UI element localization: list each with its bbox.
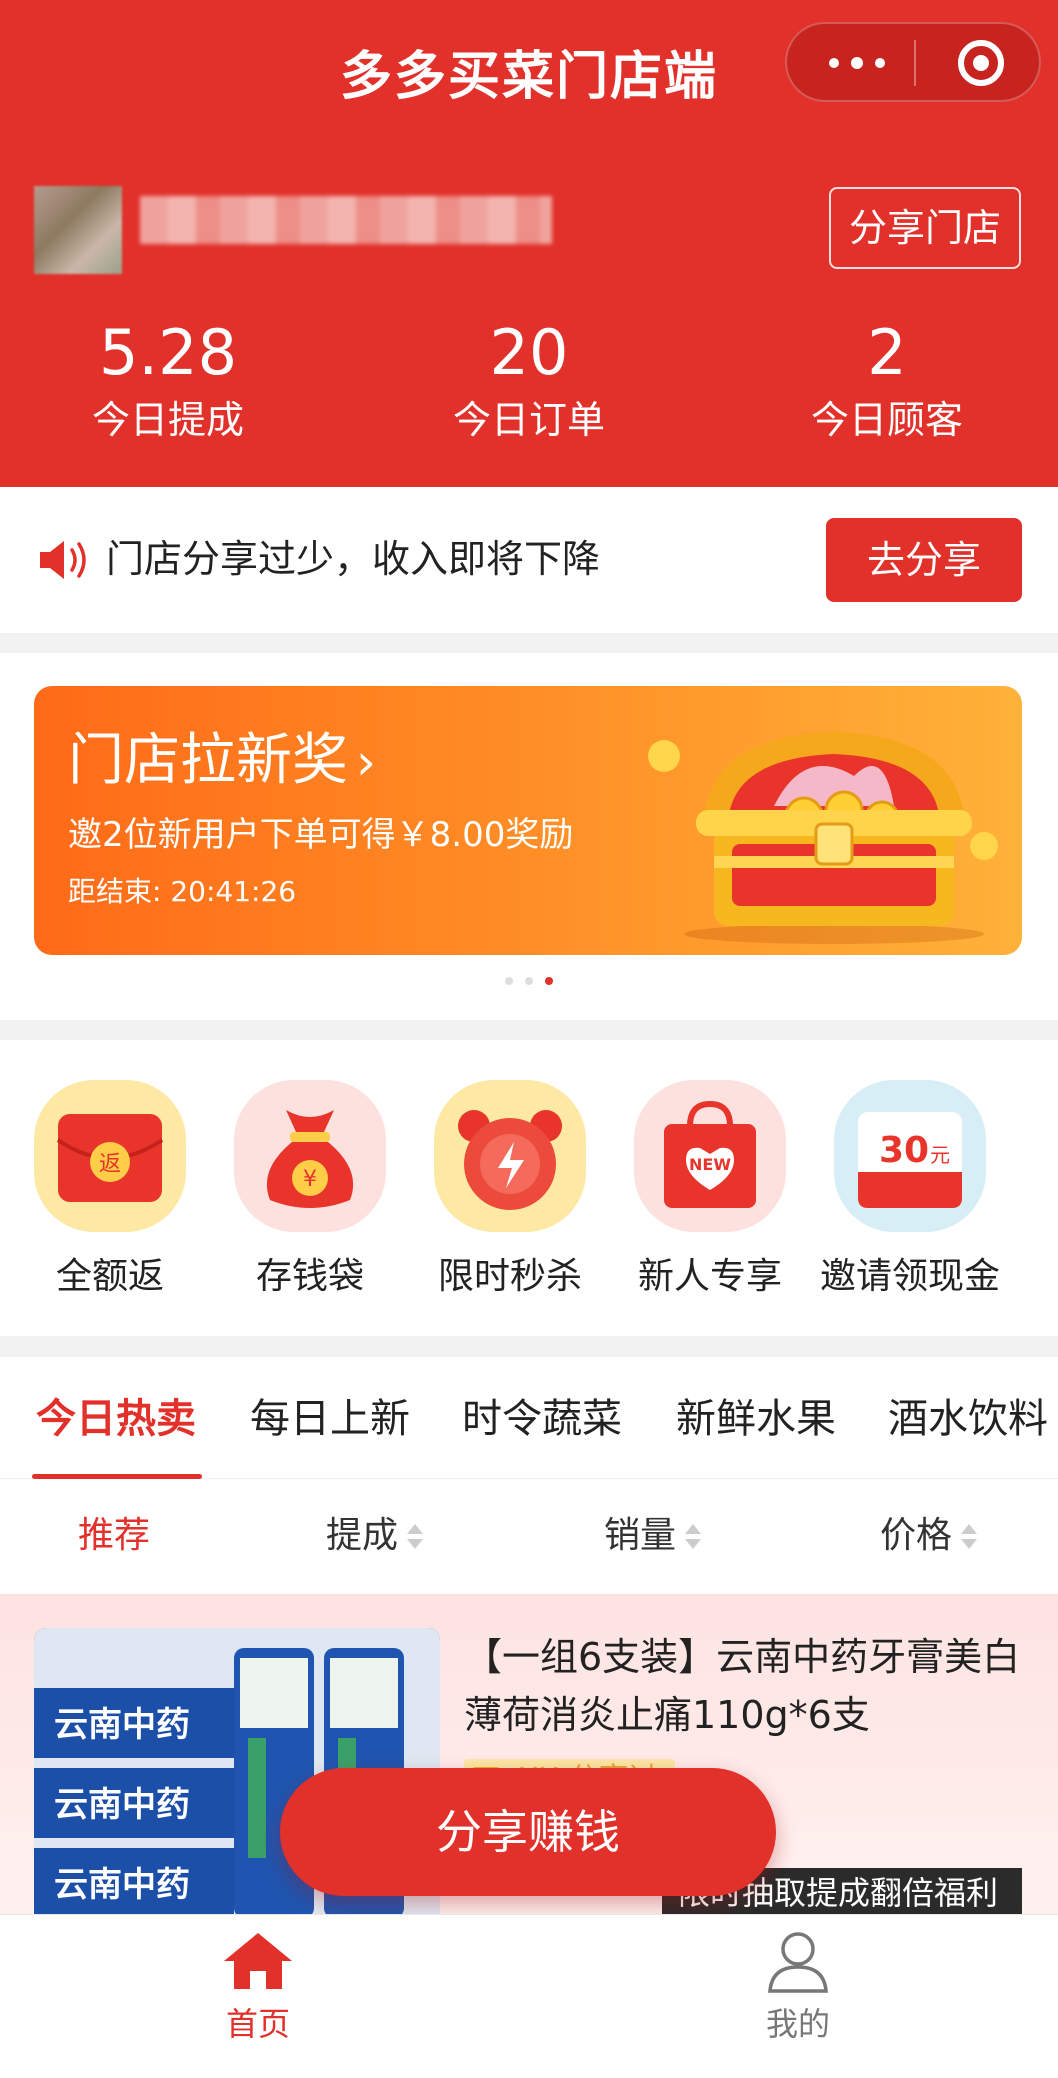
close-miniprogram-icon[interactable] — [958, 40, 1004, 86]
sort-commission[interactable]: 提成 — [326, 1509, 424, 1563]
chevron-right-icon: › — [356, 733, 376, 791]
stat-label: 今日订单 — [452, 398, 605, 442]
capsule-divider — [914, 40, 916, 86]
share-notice-bar: 门店分享过少，收入即将下降 去分享 — [0, 487, 1058, 633]
promo-carousel: 门店拉新奖 › 邀2位新用户下单可得￥8.00奖励 距结束: 20:41:26 — [0, 653, 1058, 1020]
nav-home[interactable]: 首页 — [128, 1929, 388, 2047]
sort-label: 销量 — [604, 1515, 677, 1556]
tab-daily-new[interactable]: 每日上新 — [250, 1391, 410, 1447]
product-title: 【一组6支装】云南中药牙膏美白薄荷消炎止痛110g*6支 — [464, 1635, 1021, 1737]
stat-value: 5.28 — [98, 316, 238, 389]
shortcut-badge: NEW — [689, 1155, 731, 1174]
shortcut-label: 存钱袋 — [255, 1256, 364, 1297]
stat-label: 今日顾客 — [810, 398, 963, 442]
shortcut-badge: ¥ — [303, 1167, 317, 1192]
share-earn-button[interactable]: 分享赚钱 — [280, 1768, 776, 1896]
shortcut-savings-bag[interactable]: ¥ 存钱袋 — [210, 1080, 410, 1302]
shortcut-label: 邀请领现金 — [819, 1256, 1000, 1297]
category-tabs: 今日热卖 每日上新 时令蔬菜 新鲜水果 酒水饮料 — [0, 1357, 1058, 1479]
sort-bar: 推荐 提成 销量 价格 — [0, 1479, 1058, 1594]
shortcut-grid: 返 全额返 ¥ 存钱袋 限时秒杀 NEW 新人专享 30 元 邀请领现金 — [0, 1040, 1058, 1336]
share-store-button[interactable]: 分享门店 — [829, 187, 1021, 269]
tab-fresh-fruit[interactable]: 新鲜水果 — [676, 1391, 836, 1447]
miniprogram-capsule — [785, 22, 1041, 102]
shopping-bag-icon: NEW — [634, 1080, 786, 1232]
new-user-reward-banner[interactable]: 门店拉新奖 › 邀2位新用户下单可得￥8.00奖励 距结束: 20:41:26 — [34, 686, 1022, 955]
banner-countdown: 距结束: 20:41:26 — [68, 875, 297, 908]
sort-arrows-icon — [960, 1522, 978, 1552]
shortcut-label: 限时秒杀 — [437, 1256, 582, 1297]
shortcut-invite-cash[interactable]: 30 元 邀请领现金 — [810, 1080, 1010, 1302]
sort-price[interactable]: 价格 — [880, 1509, 978, 1563]
shortcut-badge: 返 — [99, 1152, 121, 1177]
more-icon[interactable] — [827, 46, 897, 80]
shortcut-full-refund[interactable]: 返 全额返 — [10, 1080, 210, 1302]
sort-recommend[interactable]: 推荐 — [78, 1509, 150, 1563]
tab-drinks[interactable]: 酒水饮料 — [888, 1391, 1048, 1447]
stat-orders[interactable]: 20 今日订单 — [379, 318, 679, 450]
sort-sales[interactable]: 销量 — [604, 1509, 702, 1563]
tab-hot-today[interactable]: 今日热卖 — [36, 1391, 196, 1447]
carousel-dot[interactable] — [505, 977, 513, 985]
nav-label: 我的 — [765, 2005, 830, 2043]
carousel-dot-active[interactable] — [545, 977, 553, 985]
banner-subtitle: 邀2位新用户下单可得￥8.00奖励 — [68, 815, 574, 855]
product-image-brand: 云南中药 — [54, 1705, 190, 1745]
shortcut-label: 全额返 — [55, 1256, 164, 1297]
cash-coupon-icon: 30 元 — [834, 1080, 986, 1232]
tab-seasonal-veg[interactable]: 时令蔬菜 — [462, 1391, 622, 1447]
banner-title-text: 门店拉新奖 — [68, 728, 348, 793]
banner-title: 门店拉新奖 › — [68, 726, 376, 797]
user-icon — [768, 1932, 828, 1993]
store-avatar — [34, 186, 122, 274]
money-bag-icon: ¥ — [234, 1080, 386, 1232]
product-image-brand: 云南中药 — [54, 1785, 190, 1825]
nav-mine[interactable]: 我的 — [668, 1929, 928, 2047]
speaker-icon — [40, 541, 86, 579]
product-image-brand: 云南中药 — [54, 1865, 190, 1905]
carousel-dot[interactable] — [525, 977, 533, 985]
shortcut-label: 新人专享 — [637, 1256, 782, 1297]
carousel-dots — [0, 977, 1058, 985]
stat-value: 20 — [489, 316, 569, 389]
shortcut-badge-number: 30 — [879, 1130, 929, 1171]
sort-arrows-icon — [406, 1522, 424, 1552]
nav-label: 首页 — [225, 2005, 290, 2043]
notice-text: 门店分享过少，收入即将下降 — [106, 537, 601, 581]
store-name-redacted — [140, 196, 552, 244]
alarm-clock-icon — [434, 1080, 586, 1232]
sort-label: 价格 — [880, 1515, 953, 1556]
shortcut-flash-sale[interactable]: 限时秒杀 — [410, 1080, 610, 1302]
treasure-chest-icon — [648, 732, 998, 944]
go-share-button[interactable]: 去分享 — [826, 518, 1022, 602]
stat-customers[interactable]: 2 今日顾客 — [737, 318, 1037, 450]
shortcut-newcomer[interactable]: NEW 新人专享 — [610, 1080, 810, 1302]
home-icon — [224, 1933, 292, 1989]
sort-arrows-icon — [684, 1522, 702, 1552]
bottom-navigation: 首页 我的 — [0, 1914, 1058, 2078]
stat-value: 2 — [867, 316, 907, 389]
stat-label: 今日提成 — [91, 398, 244, 442]
red-envelope-icon: 返 — [34, 1080, 186, 1232]
sort-label: 提成 — [326, 1515, 399, 1556]
shortcut-badge-unit: 元 — [930, 1143, 950, 1167]
stat-commission[interactable]: 5.28 今日提成 — [18, 318, 318, 450]
store-header: 多多买菜门店端 分享门店 5.28 今日提成 20 今日订单 2 今日顾客 — [0, 0, 1058, 487]
